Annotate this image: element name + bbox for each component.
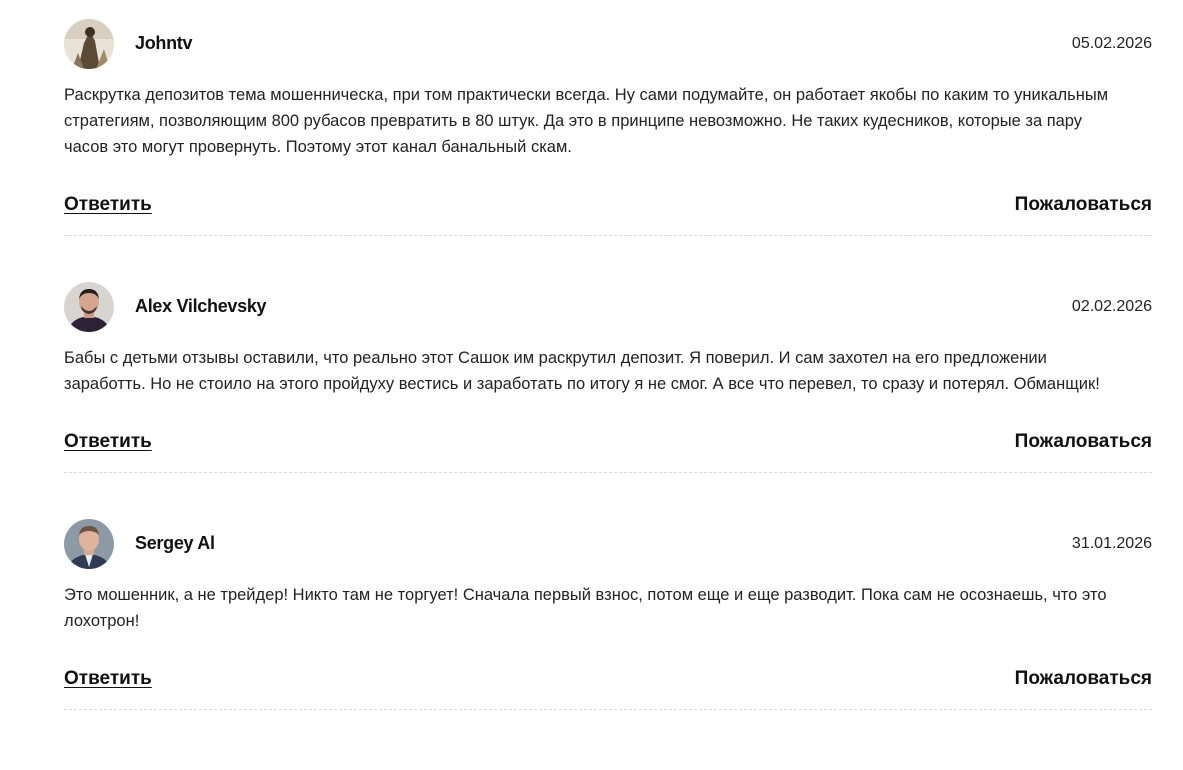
- comment-header: Sergey Al 31.01.2026: [64, 518, 1152, 569]
- avatar: [64, 518, 114, 569]
- reply-button[interactable]: Ответить: [64, 194, 152, 216]
- reply-button[interactable]: Ответить: [64, 431, 152, 453]
- comment-item: Johntv 05.02.2026 Раскрутка депозитов те…: [64, 18, 1152, 236]
- comment-text-block: Раскрутка депозитов тема мошенническа, п…: [64, 82, 1124, 160]
- comment-actions: Ответить Пожаловаться: [64, 667, 1152, 691]
- avatar: [64, 281, 114, 332]
- comment-text: Бабы с детьми отзывы оставили, что реаль…: [64, 349, 1100, 393]
- comment-text-block: Это мошенник, а не трейдер! Никто там не…: [64, 582, 1124, 634]
- comment-actions: Ответить Пожаловаться: [64, 430, 1152, 454]
- avatar-photo-icon: [64, 18, 114, 69]
- reply-button[interactable]: Ответить: [64, 668, 152, 690]
- avatar: [64, 18, 114, 69]
- comment-header: Johntv 05.02.2026: [64, 18, 1152, 69]
- avatar-photo-icon: [64, 281, 114, 332]
- report-button[interactable]: Пожаловаться: [1015, 194, 1152, 216]
- comment-text: Раскрутка депозитов тема мошенническа, п…: [64, 86, 1109, 156]
- comments-list: Johntv 05.02.2026 Раскрутка депозитов те…: [64, 18, 1152, 710]
- comment-author: Sergey Al: [135, 533, 215, 553]
- comment-actions: Ответить Пожаловаться: [64, 193, 1152, 217]
- report-button[interactable]: Пожаловаться: [1015, 668, 1152, 690]
- comment-header: Alex Vilchevsky 02.02.2026: [64, 281, 1152, 332]
- comment-text: Это мошенник, а не трейдер! Никто там не…: [64, 586, 1107, 630]
- comment-item: Sergey Al 31.01.2026 Это мошенник, а не …: [64, 518, 1152, 710]
- comment-text-block: Бабы с детьми отзывы оставили, что реаль…: [64, 345, 1124, 397]
- avatar-photo-icon: [64, 518, 114, 569]
- comment-date: 31.01.2026: [1071, 534, 1152, 552]
- comment-item: Alex Vilchevsky 02.02.2026 Бабы с детьми…: [64, 281, 1152, 473]
- comment-date: 02.02.2026: [1071, 297, 1152, 315]
- report-button[interactable]: Пожаловаться: [1015, 431, 1152, 453]
- comment-date: 05.02.2026: [1071, 34, 1152, 52]
- comment-author: Johntv: [135, 33, 193, 53]
- comment-author: Alex Vilchevsky: [135, 296, 267, 316]
